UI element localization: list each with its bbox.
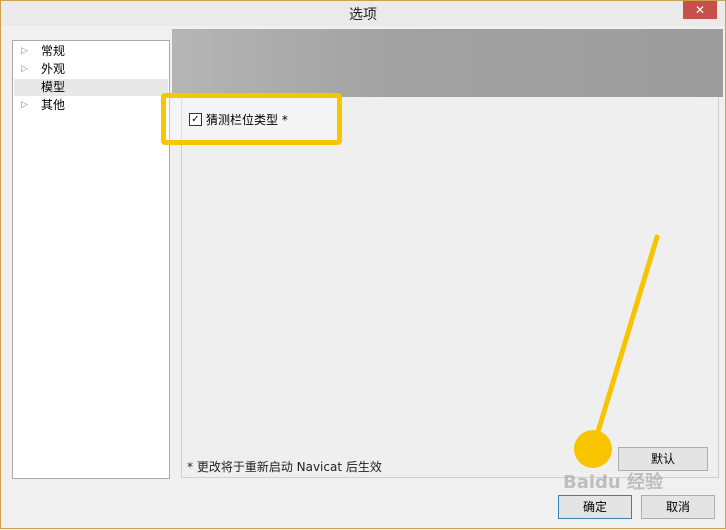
tree-item-model[interactable]: 模型 [14,79,168,96]
options-dialog: 选项 ✕ ▷ 常规 ▷ 外观 模型 ▷ 其他 ✓ 猜测栏位类型 * * 更改将于… [0,0,726,529]
expand-arrow-icon[interactable]: ▷ [21,61,28,78]
tree-item-appearance[interactable]: ▷ 外观 [14,61,168,78]
expand-arrow-icon[interactable]: ▷ [21,97,28,114]
tree-item-general[interactable]: ▷ 常规 [14,43,168,60]
guess-column-type-label[interactable]: 猜测栏位类型 * [206,111,288,128]
options-tree: ▷ 常规 ▷ 外观 模型 ▷ 其他 [12,40,170,479]
tree-item-other[interactable]: ▷ 其他 [14,97,168,114]
ok-button[interactable]: 确定 [558,495,632,519]
baidu-watermark: Baidu 经验 [563,472,664,493]
annotation-dot [574,430,612,468]
tree-item-label: 常规 [41,44,66,58]
tree-item-label: 模型 [41,80,66,94]
checkmark-icon: ✓ [191,114,200,125]
title-bar[interactable]: 选项 ✕ [1,1,725,26]
page-header-band [172,29,723,97]
dialog-title: 选项 [349,7,377,23]
tree-item-label: 其他 [41,98,66,112]
guess-column-type-checkbox[interactable]: ✓ [189,113,202,126]
close-button[interactable]: ✕ [683,1,717,19]
cancel-button[interactable]: 取消 [641,495,715,519]
tree-item-label: 外观 [41,62,66,76]
close-icon: ✕ [694,3,706,17]
restart-note: * 更改将于重新启动 Navicat 后生效 [187,460,382,474]
model-options-panel [181,97,719,478]
expand-arrow-icon[interactable]: ▷ [21,43,28,60]
